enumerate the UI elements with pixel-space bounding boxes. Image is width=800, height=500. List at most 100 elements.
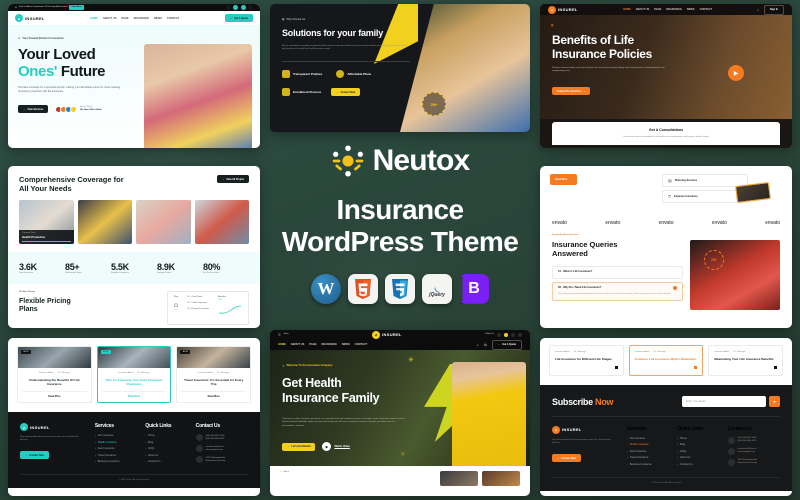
blog-read-more[interactable]: Read More: [22, 391, 87, 398]
footer-link[interactable]: › Home: [677, 437, 715, 440]
chevron-right-icon[interactable]: ›: [676, 271, 677, 274]
nav-item-insurance[interactable]: INSURANCE: [322, 343, 337, 346]
blog-read-more[interactable]: Read More: [101, 391, 167, 398]
nav-item-contact[interactable]: CONTACT: [700, 8, 713, 11]
blog-title[interactable]: Common Life Insurance Myths Debunked: [635, 357, 698, 361]
blog-card[interactable]: Insurance Admin 05 - Message Life Insuran…: [549, 345, 624, 377]
email-input[interactable]: Enter Your Email: [682, 396, 766, 408]
panel-coverage-stats[interactable]: Comprehensive Coverage for All Your Need…: [8, 166, 260, 328]
footer-link[interactable]: › Health Insurance: [627, 443, 665, 446]
read-more-button[interactable]: Read More →: [550, 174, 577, 185]
get-started-button[interactable]: → Let's Get Started: [282, 442, 316, 451]
nav-item-page[interactable]: PAGE: [654, 8, 661, 11]
nav-item-page[interactable]: PAGE: [121, 17, 128, 20]
linkedin-icon[interactable]: [517, 332, 522, 337]
view-all-project-button[interactable]: → View All Project: [216, 175, 249, 183]
footer-link[interactable]: › Travel Insurance: [627, 456, 665, 459]
get-quote-button[interactable]: → Get A Quote: [491, 339, 522, 350]
footer-link[interactable]: › Contact Us: [145, 460, 183, 463]
footer-link[interactable]: › Business Insurance: [95, 460, 133, 463]
footer-link[interactable]: › Business Insurance: [627, 463, 665, 466]
get-quote-button[interactable]: → Get A Quote: [224, 14, 253, 22]
site-logo[interactable]: ◕ INSUREL: [15, 14, 45, 22]
navbar[interactable]: HOME ABOUT US PAGE INSURANCE NEWS CONTAC…: [270, 339, 530, 350]
contact-phone[interactable]: (000) 000-0071-0000 (000) 000-0081-0011: [727, 436, 780, 444]
site-logo[interactable]: ◕ INSUREL: [372, 330, 402, 339]
contact-address[interactable]: 1907 Washington Ave Manchester Kentucky: [727, 458, 780, 466]
contact-email[interactable]: contactmail@info.net info.insurgmail.com: [195, 445, 248, 452]
footer-link[interactable]: › Home: [145, 434, 183, 437]
nav-item-home[interactable]: HOME: [90, 17, 98, 20]
panel-dark-solutions[interactable]: ▦ Why Choose Us Solutions for your famil…: [270, 4, 530, 132]
twitter-icon[interactable]: [503, 332, 508, 337]
arrow-box-icon[interactable]: [774, 366, 778, 370]
contact-address[interactable]: 1907 Washington Ave Manchester Kentucky: [195, 456, 248, 463]
nav-item-news[interactable]: NEWS: [342, 343, 350, 346]
footer-logo[interactable]: ◕ INSUREL: [552, 425, 615, 434]
subscribe-submit-button[interactable]: ➤: [769, 396, 780, 408]
watch-video-button[interactable]: ▶ Watch Video: [322, 442, 350, 451]
facebook-icon[interactable]: [496, 332, 501, 337]
blog-title[interactable]: Travel Insurance: It's Essential for Eve…: [181, 378, 246, 387]
view-services-button[interactable]: → View Services: [18, 105, 49, 114]
footer-link[interactable]: › Life Insurance: [627, 437, 665, 440]
gallery-item[interactable]: [136, 199, 191, 244]
play-button[interactable]: ▶: [728, 65, 744, 81]
footer-link[interactable]: › Blog: [677, 443, 715, 446]
contact-now-button[interactable]: → Contact Now: [331, 88, 361, 97]
contact-email[interactable]: contactmail@info.net info.insurgmail.com: [727, 447, 780, 455]
topbar[interactable]: ☰ Menu ◕ INSUREL Follow Us: [270, 330, 530, 339]
footer-link[interactable]: › FAQs: [677, 450, 715, 453]
faq-item-1[interactable]: 01 - What Is Life Insurance? ›: [552, 265, 683, 279]
nav-links[interactable]: HOME ABOUT US PAGE INSURANCE NEWS CONTAC…: [90, 17, 179, 20]
nav-item-contact[interactable]: CONTACT: [355, 343, 368, 346]
signin-button[interactable]: Sign In: [764, 4, 784, 15]
faq-item-2[interactable]: 02 - Why Do I Need Life Insurance? Life …: [552, 281, 683, 302]
instagram-icon[interactable]: [240, 5, 246, 10]
panel-teal-home[interactable]: ◈ Find Out About Commitment To Diversity…: [8, 4, 260, 148]
footer-link[interactable]: › About Us: [677, 456, 715, 459]
instagram-icon[interactable]: [510, 332, 515, 337]
nav-item-about[interactable]: ABOUT US: [103, 17, 117, 20]
panel-blog-footer-teal[interactable]: BLOG Insurance Admin 05 - Message Unders…: [8, 338, 260, 496]
contact-phone[interactable]: (000) 000-0071-0000 (000) 000-0081-0011: [195, 434, 248, 441]
arrow-box-icon[interactable]: [694, 366, 698, 370]
plan-table[interactable]: Plan ⌂ • • • • 01 - Claim Portal 02 - On…: [166, 290, 249, 325]
gallery-item[interactable]: Compare Plans Health Protection: [19, 199, 74, 244]
footer-link[interactable]: › Contact Us: [677, 463, 715, 466]
minus-icon[interactable]: [673, 286, 677, 291]
panel-dark-health[interactable]: ☰ Menu ◕ INSUREL Follow Us HOME ABOUT US…: [270, 330, 530, 496]
footer-link[interactable]: › Travel Insurance: [95, 454, 133, 457]
linkedin-icon[interactable]: [248, 5, 253, 10]
explore-services-button[interactable]: Explore Pro Services →: [552, 87, 591, 95]
blog-card[interactable]: Insurance Admin 05 - Message Maximizing Y…: [708, 345, 784, 377]
footer-contact-button[interactable]: → Contact Now: [20, 451, 49, 460]
blog-title[interactable]: Tips for Lowering Your Auto Insurance Pr…: [102, 378, 167, 387]
nav-item-about[interactable]: ABOUT US: [291, 343, 305, 346]
site-logo[interactable]: ◕ INSUREL: [548, 5, 578, 14]
nav-item-news[interactable]: NEWS: [687, 8, 695, 11]
nav-item-home[interactable]: HOME: [623, 8, 631, 11]
blog-card[interactable]: BLOG Insurance Admin 05 - Message Unders…: [17, 346, 92, 403]
nav-item-insurance[interactable]: INSURANCE: [666, 8, 681, 11]
footer-link[interactable]: › Health Insurance: [95, 441, 133, 444]
announcement-button[interactable]: Read More: [69, 5, 84, 10]
twitter-icon[interactable]: [233, 5, 238, 10]
nav-links[interactable]: HOME ABOUT US PAGE INSURANCE NEWS CONTAC…: [278, 343, 367, 346]
chevron-right-icon[interactable]: ›: [741, 179, 742, 182]
menu-icon[interactable]: ☰: [278, 333, 281, 337]
panel-orange-benefits[interactable]: ◕ INSUREL HOME ABOUT US PAGE INSURANCE N…: [540, 4, 792, 148]
blog-card[interactable]: Insurance Admin 05 - Message Common Life …: [628, 345, 704, 377]
arrow-box-icon[interactable]: [614, 366, 618, 370]
panel-subscribe-footer-orange[interactable]: Insurance Admin 05 - Message Life Insuran…: [540, 338, 792, 496]
gallery-item[interactable]: [77, 199, 132, 244]
blog-card[interactable]: BLOG Insurance Admin 05 - Message Travel…: [176, 346, 252, 403]
footer-contact-button[interactable]: → Contact Now: [552, 454, 581, 463]
footer-link[interactable]: › Blog: [145, 441, 183, 444]
footer-link[interactable]: › Auto Insurance: [95, 447, 133, 450]
nav-item-home[interactable]: HOME: [278, 343, 286, 346]
search-icon[interactable]: ⌕: [757, 8, 759, 12]
subscribe-form[interactable]: Enter Your Email ➤: [682, 396, 780, 408]
footer-link[interactable]: › Auto Insurance: [627, 450, 665, 453]
nav-item-contact[interactable]: CONTACT: [167, 17, 180, 20]
